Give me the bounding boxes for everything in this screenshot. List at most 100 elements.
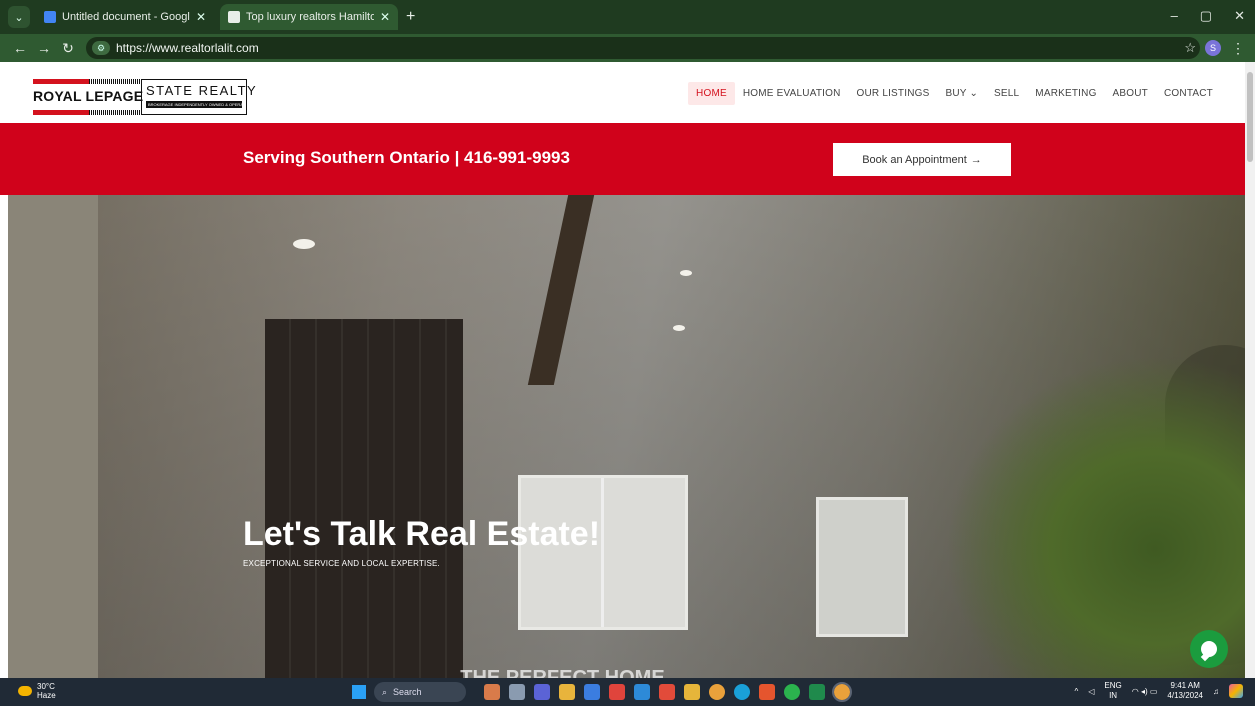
logo-barcode <box>89 110 141 115</box>
browser-menu-icon[interactable]: ⋮ <box>1231 40 1245 57</box>
chrome-icon[interactable] <box>709 684 725 700</box>
royal-lepage-logo[interactable]: ROYAL LEPAGE STATE REALTY BROKERAGE INDE… <box>33 79 258 115</box>
tab-google-docs[interactable]: Untitled document - Google Do ✕ <box>36 4 214 30</box>
pen-icon[interactable]: ◁ <box>1088 687 1094 696</box>
hero-wall <box>8 195 98 678</box>
hero-subtitle: EXCEPTIONAL SERVICE AND LOCAL EXPERTISE. <box>243 559 440 568</box>
file-explorer-icon[interactable] <box>559 684 575 700</box>
address-bar[interactable]: ⚙ https://www.realtorlalit.com ☆ <box>86 37 1200 59</box>
whatsapp-icon[interactable] <box>784 684 800 700</box>
ceiling-light <box>680 270 692 276</box>
tab-title: Top luxury realtors Hamilton | R <box>246 11 374 23</box>
hero-title: Let's Talk Real Estate! <box>243 515 601 553</box>
nav-about[interactable]: ABOUT <box>1105 82 1156 105</box>
chat-widget-button[interactable] <box>1190 630 1228 668</box>
system-tray: ^ ◁ ENG IN ◠ ◂) ▭ 9:41 AM 4/13/2024 ♫ <box>1074 681 1243 701</box>
main-nav: HOME HOME EVALUATION OUR LISTINGS BUY ⌄ … <box>688 82 1221 105</box>
search-label: Search <box>393 687 422 697</box>
browser-toolbar: ← → ↻ ⚙ https://www.realtorlalit.com ☆ S… <box>0 34 1255 62</box>
copilot-icon[interactable] <box>1229 684 1243 698</box>
page-scrollbar[interactable] <box>1245 62 1255 678</box>
page-viewport: ROYAL LEPAGE STATE REALTY BROKERAGE INDE… <box>0 62 1255 678</box>
back-icon[interactable]: ← <box>8 40 32 56</box>
site-info-icon[interactable]: ⚙ <box>92 41 110 55</box>
nav-marketing[interactable]: MARKETING <box>1027 82 1104 105</box>
ceiling-light <box>293 239 315 249</box>
tab-title: Untitled document - Google Do <box>62 11 190 23</box>
windows-start-icon[interactable] <box>352 685 366 699</box>
task-view-icon[interactable] <box>509 684 525 700</box>
figma-icon[interactable] <box>659 684 675 700</box>
home-icon <box>228 11 240 23</box>
arrow-right-icon: → <box>970 153 982 166</box>
hero-partial-text: ... THE PERFECT HOME <box>438 667 665 678</box>
close-tab-icon[interactable]: ✕ <box>196 10 206 24</box>
logo-royal-text: ROYAL LEPAGE <box>33 88 144 104</box>
minimize-icon[interactable]: – <box>1171 8 1178 24</box>
date-text: 4/13/2024 <box>1167 691 1203 700</box>
book-appointment-button[interactable]: Book an Appointment → <box>833 143 1011 176</box>
wifi-volume-battery-icon[interactable]: ◠ ◂) ▭ <box>1132 687 1158 696</box>
chevron-up-icon[interactable]: ^ <box>1074 687 1078 696</box>
app-icon[interactable] <box>609 684 625 700</box>
chat-icon <box>1201 641 1217 657</box>
hero-wood-panel <box>265 319 463 678</box>
weather-icon <box>18 686 32 696</box>
window-controls: – ▢ ✕ <box>1171 8 1245 24</box>
bookmark-star-icon[interactable]: ☆ <box>1184 40 1196 56</box>
clock[interactable]: 9:41 AM 4/13/2024 <box>1167 681 1203 701</box>
teams-icon[interactable] <box>534 684 550 700</box>
logo-state-text: STATE REALTY <box>146 83 258 98</box>
browser-tab-bar: ⌄ Untitled document - Google Do ✕ Top lu… <box>0 0 1255 34</box>
vscode-icon[interactable] <box>634 684 650 700</box>
widgets-icon[interactable] <box>484 684 500 700</box>
nav-sell[interactable]: SELL <box>986 82 1027 105</box>
hero-plants <box>945 355 1245 678</box>
excel-icon[interactable] <box>809 684 825 700</box>
time-text: 9:41 AM <box>1170 681 1200 690</box>
hero-section: Let's Talk Real Estate! EXCEPTIONAL SERV… <box>8 195 1245 678</box>
app-icon[interactable] <box>684 684 700 700</box>
url-text: https://www.realtorlalit.com <box>116 41 259 55</box>
new-tab-icon[interactable]: + <box>406 8 415 26</box>
ceiling-light <box>673 325 685 331</box>
forward-icon[interactable]: → <box>32 40 56 56</box>
edge-icon[interactable] <box>734 684 750 700</box>
logo-sub-text: BROKERAGE INDEPENDENTLY OWNED & OPERATED <box>146 101 242 108</box>
hero-beam <box>527 195 595 385</box>
weather-text: 30°C Haze <box>37 682 56 700</box>
reload-icon[interactable]: ↻ <box>56 40 80 57</box>
nav-our-listings[interactable]: OUR LISTINGS <box>849 82 938 105</box>
nav-buy[interactable]: BUY ⌄ <box>937 82 986 105</box>
language-indicator[interactable]: ENG IN <box>1104 681 1121 701</box>
logo-barcode <box>89 79 141 84</box>
brave-icon[interactable] <box>759 684 775 700</box>
profile-avatar[interactable]: S <box>1205 40 1221 56</box>
weather-temp: 30°C <box>37 682 55 691</box>
book-appointment-label: Book an Appointment <box>862 153 967 166</box>
serving-text: Serving Southern Ontario | 416-991-9993 <box>243 148 570 167</box>
tab-realtor[interactable]: Top luxury realtors Hamilton | R ✕ <box>220 4 398 30</box>
chrome-active-icon[interactable] <box>832 682 852 702</box>
weather-widget[interactable]: 30°C Haze <box>18 682 56 700</box>
logo-state-box: STATE REALTY BROKERAGE INDEPENDENTLY OWN… <box>141 79 258 115</box>
logo-mark: ROYAL LEPAGE <box>33 79 144 115</box>
notification-bell-icon[interactable]: ♫ <box>1213 687 1219 696</box>
search-icon: ⌕ <box>382 686 388 697</box>
close-tab-icon[interactable]: ✕ <box>380 10 390 24</box>
taskbar-search[interactable]: ⌕ Search <box>374 682 466 702</box>
nav-contact[interactable]: CONTACT <box>1156 82 1221 105</box>
nav-home[interactable]: HOME <box>688 82 735 105</box>
hero-window <box>816 497 908 637</box>
tab-search-icon[interactable]: ⌄ <box>8 6 30 28</box>
lang-text: ENG <box>1104 681 1122 690</box>
restore-icon[interactable]: ▢ <box>1200 8 1212 24</box>
docs-icon <box>44 11 56 23</box>
weather-desc: Haze <box>37 691 56 700</box>
store-icon[interactable] <box>584 684 600 700</box>
close-window-icon[interactable]: ✕ <box>1234 8 1245 24</box>
scroll-thumb[interactable] <box>1247 72 1253 162</box>
contact-banner: Serving Southern Ontario | 416-991-9993 … <box>0 123 1245 195</box>
region-text: IN <box>1109 691 1118 700</box>
nav-home-evaluation[interactable]: HOME EVALUATION <box>735 82 849 105</box>
